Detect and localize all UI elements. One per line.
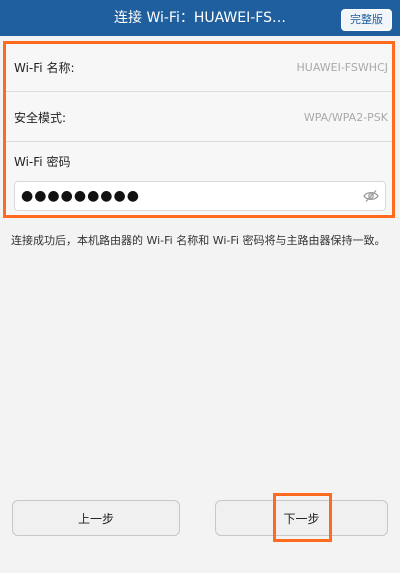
previous-step-button[interactable]: 上一步: [12, 500, 180, 536]
password-field[interactable]: [14, 181, 386, 211]
ssid-label: Wi-Fi 名称:: [14, 61, 75, 75]
next-step-button[interactable]: 下一步: [215, 500, 388, 536]
ssid-value: HUAWEI-FSWHCJ: [296, 61, 388, 74]
header-bar: 连接 Wi-Fi：HUAWEI-FS… 完整版: [0, 0, 400, 36]
security-value: WPA/WPA2-PSK: [303, 111, 388, 124]
page-title: 连接 Wi-Fi：HUAWEI-FS…: [114, 10, 286, 26]
password-label: Wi-Fi 密码: [14, 155, 71, 169]
screen: 连接 Wi-Fi：HUAWEI-FS… 完整版 Wi-Fi 名称: HUAWEI…: [0, 0, 400, 573]
security-row: 安全模式: WPA/WPA2-PSK: [6, 94, 392, 142]
sync-info-text: 连接成功后，本机路由器的 Wi-Fi 名称和 Wi-Fi 密码将与主路由器保持一…: [11, 234, 386, 247]
password-input[interactable]: [21, 182, 351, 210]
wifi-settings-panel: Wi-Fi 名称: HUAWEI-FSWHCJ 安全模式: WPA/WPA2-P…: [3, 41, 395, 218]
full-version-button[interactable]: 完整版: [341, 9, 392, 31]
security-label: 安全模式:: [14, 111, 67, 125]
ssid-row: Wi-Fi 名称: HUAWEI-FSWHCJ: [6, 44, 392, 92]
eye-icon[interactable]: [363, 189, 379, 203]
